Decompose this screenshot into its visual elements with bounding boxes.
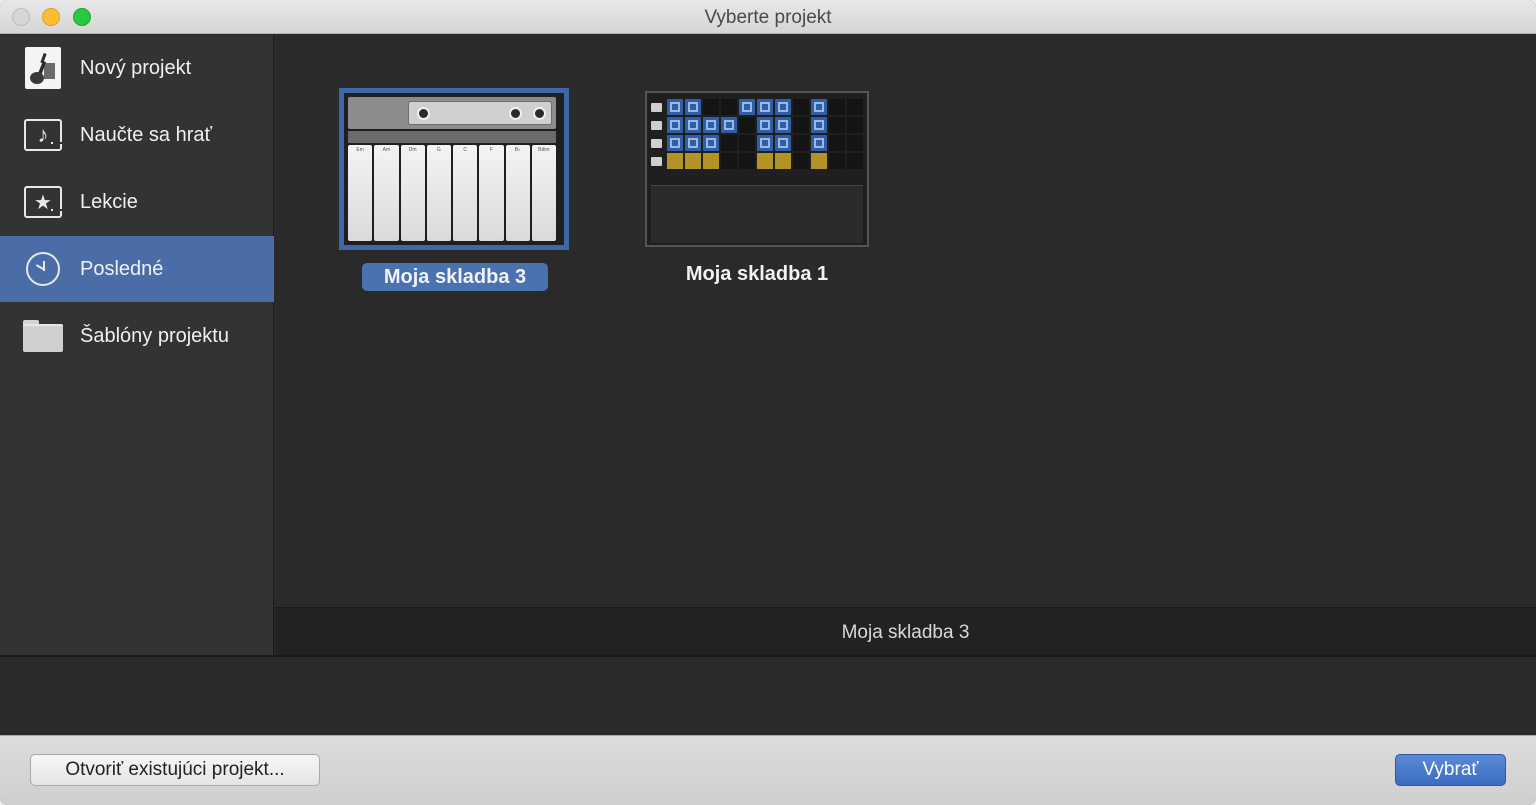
sidebar-item-lessons[interactable]: ★ Lekcie <box>0 169 274 235</box>
project-thumbnail-loop-grid[interactable] <box>645 91 869 247</box>
keyboard-chord-key: B♭ <box>505 145 530 241</box>
loop-cell-grid <box>667 99 863 169</box>
clock-icon <box>23 249 63 289</box>
choose-button[interactable]: Vybrať <box>1395 754 1506 786</box>
action-bar: Otvoriť existujúci projekt... Vybrať <box>0 735 1536 805</box>
chord-label: B♭ <box>514 147 521 153</box>
keyboard-chord-key: Bdim <box>531 145 556 241</box>
open-existing-project-button[interactable]: Otvoriť existujúci projekt... <box>30 754 320 786</box>
project-name[interactable]: Moja skladba 3 <box>362 263 548 291</box>
learn-to-play-icon: ♪ <box>23 115 63 155</box>
sidebar-item-project-templates[interactable]: Šablóny projektu <box>0 303 274 369</box>
chord-label: G <box>436 147 441 153</box>
sidebar: Nový projekt ♪ Naučte sa hrať ★ Lekcie P… <box>0 35 274 655</box>
window-title: Vyberte projekt <box>704 7 832 28</box>
sidebar-item-label: Šablóny projektu <box>80 324 229 347</box>
sidebar-item-label: Lekcie <box>80 190 138 213</box>
project-browser: Em Am Dm G C F B♭ Bdim Moja skladba 3 Mo… <box>275 35 1536 607</box>
chord-label: Bdim <box>538 147 550 153</box>
sidebar-item-label: Naučte sa hrať <box>80 123 213 146</box>
chord-label: Am <box>382 147 391 153</box>
keyboard-chord-key: Am <box>374 145 399 241</box>
keyboard-keys: Em Am Dm G C F B♭ Bdim <box>348 145 556 241</box>
sidebar-item-learn-to-play[interactable]: ♪ Naučte sa hrať <box>0 102 274 168</box>
project-thumbnail-keyboard[interactable]: Em Am Dm G C F B♭ Bdim <box>339 88 569 250</box>
keyboard-chord-key: C <box>453 145 478 241</box>
keyboard-chord-key: F <box>479 145 504 241</box>
folder-icon <box>23 316 63 356</box>
lessons-star-icon: ★ <box>23 182 63 222</box>
project-chooser-window: Vyberte projekt Nový projekt ♪ Naučte sa… <box>0 0 1536 805</box>
chord-label: C <box>463 147 467 153</box>
selected-project-name: Moja skladba 3 <box>841 622 970 643</box>
sidebar-item-recent[interactable]: Posledné <box>0 236 274 302</box>
details-area <box>0 655 1536 735</box>
chord-label: Dm <box>408 147 417 153</box>
selected-project-bar: Moja skladba 3 <box>275 607 1536 655</box>
sidebar-item-label: Nový projekt <box>80 56 192 79</box>
keyboard-chord-key: G <box>426 145 451 241</box>
sidebar-item-label: Posledné <box>80 257 164 280</box>
title-bar: Vyberte projekt <box>0 0 1536 34</box>
chord-label: F <box>489 147 493 153</box>
new-project-icon <box>23 47 63 89</box>
project-name[interactable]: Moja skladba 1 <box>645 263 869 286</box>
sidebar-item-new-project[interactable]: Nový projekt <box>0 35 274 101</box>
chord-label: Em <box>356 147 364 153</box>
keyboard-chord-key: Dm <box>400 145 425 241</box>
keyboard-chord-key: Em <box>348 145 373 241</box>
